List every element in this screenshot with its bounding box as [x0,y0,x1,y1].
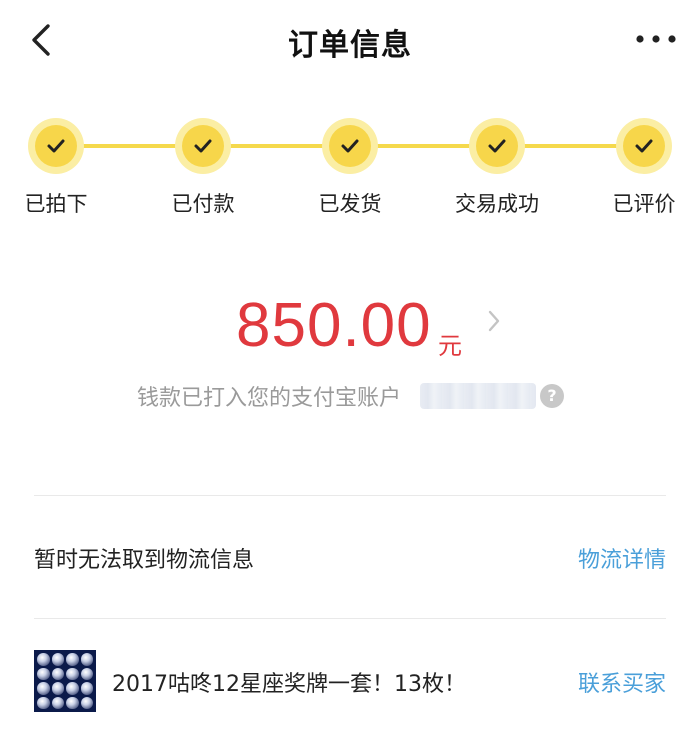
logistics-detail-link[interactable]: 物流详情 [578,542,666,574]
check-icon [47,139,65,153]
contact-buyer-link[interactable]: 联系买家 [578,666,666,698]
chevron-right-icon[interactable] [486,308,502,334]
step-label-completed: 交易成功 [455,192,539,216]
step-label-placed: 已拍下 [24,192,88,216]
step-label-reviewed: 已评价 [612,192,676,216]
check-icon [488,139,506,153]
divider [34,618,666,619]
step-node-reviewed [616,118,672,174]
check-icon [341,139,359,153]
payment-amount-row[interactable]: 850.00 元 [0,290,700,370]
order-progress: 已拍下 已付款 已发货 交易成功 已评价 [0,100,700,230]
help-icon[interactable]: ? [540,384,564,408]
step-label-paid: 已付款 [171,192,235,216]
blurred-account [420,383,536,409]
check-icon [635,139,653,153]
check-icon [194,139,212,153]
step-label-shipped: 已发货 [318,192,382,216]
payment-note-row: 钱款已打入您的支付宝账户 ? [0,380,700,416]
step-node-paid [175,118,231,174]
top-bar: 订单信息 [0,0,700,80]
divider [34,495,666,496]
more-options-icon[interactable] [634,26,678,52]
step-node-placed [28,118,84,174]
payment-currency: 元 [438,332,462,360]
payment-note: 钱款已打入您的支付宝账户 [137,386,402,411]
logistics-status: 暂时无法取到物流信息 [34,548,255,573]
logistics-row: 暂时无法取到物流信息 物流详情 [0,530,700,590]
product-title[interactable]: 2017咕咚12星座奖牌一套！13枚！ [112,666,466,698]
page-title: 订单信息 [288,28,412,63]
step-node-shipped [322,118,378,174]
product-row[interactable]: 2017咕咚12星座奖牌一套！13枚！ 联系买家 [0,650,700,714]
payment-amount: 850.00 [236,291,432,360]
product-thumbnail[interactable] [34,650,96,712]
step-node-completed [469,118,525,174]
